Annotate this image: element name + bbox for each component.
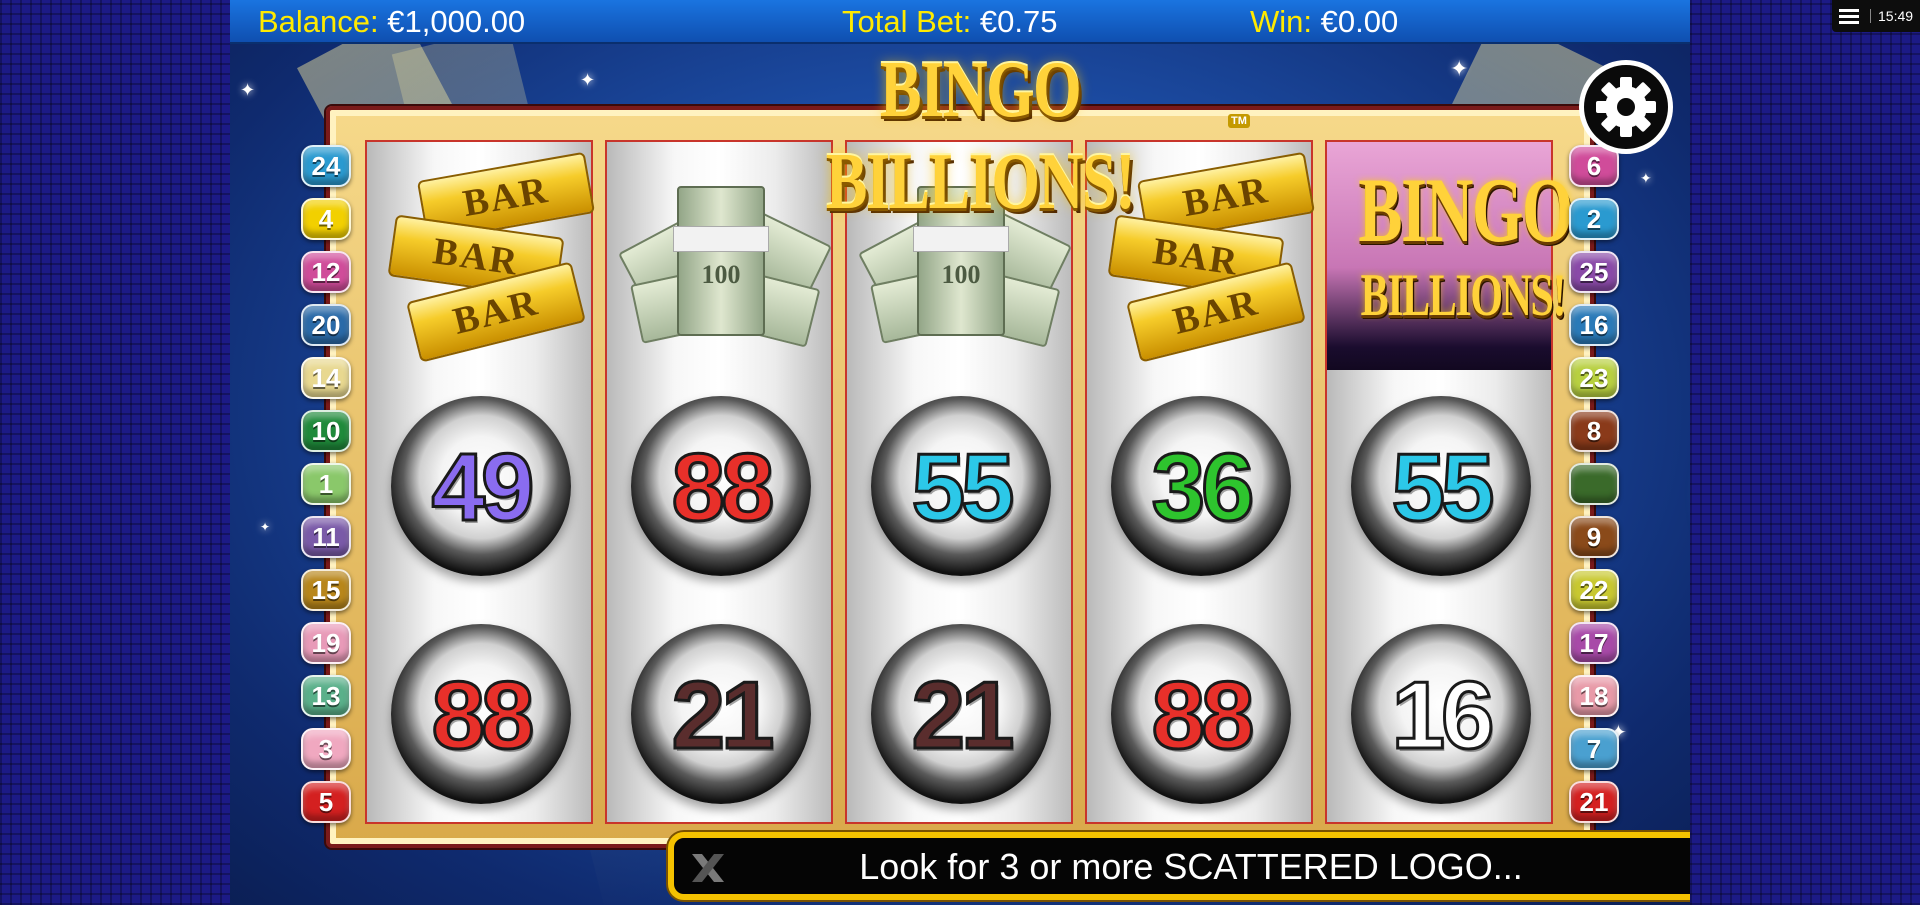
bingo-ball-number: 55 bbox=[1390, 434, 1496, 541]
reel-symbol: 16 bbox=[1327, 598, 1555, 826]
balance-value: €1,000.00 bbox=[387, 4, 526, 39]
sparkle-icon: ✦ bbox=[240, 80, 256, 100]
payline-marker[interactable]: 7 bbox=[1569, 728, 1619, 770]
reel-symbol: 49 bbox=[367, 370, 595, 598]
reel-4: BAR BAR BAR 36 88 bbox=[1085, 140, 1316, 826]
cash-stack-symbol: 100 bbox=[615, 162, 833, 352]
reel-symbol: BAR BAR BAR bbox=[367, 142, 596, 370]
bingo-ball: 55 bbox=[871, 396, 1051, 576]
hamburger-icon[interactable] bbox=[1838, 7, 1860, 25]
payline-marker[interactable]: 13 bbox=[301, 675, 351, 717]
payline-marker[interactable]: 9 bbox=[1569, 516, 1619, 558]
money-band bbox=[673, 226, 769, 252]
trademark-badge: TM bbox=[1228, 114, 1250, 128]
bingo-ball-number: 16 bbox=[1390, 662, 1496, 769]
balance-display: Balance: €1,000.00 bbox=[258, 4, 525, 40]
system-overlay: 15:49 bbox=[1832, 0, 1920, 32]
scatter-logo-symbol: BINGO BILLIONS! bbox=[1327, 142, 1573, 370]
win-display: Win: €0.00 bbox=[1250, 4, 1398, 40]
reel-3: 100 55 21 bbox=[845, 140, 1073, 824]
payline-marker[interactable]: 12 bbox=[301, 251, 351, 293]
payline-marker[interactable]: 1 bbox=[301, 463, 351, 505]
sparkle-icon: ✦ bbox=[580, 70, 596, 90]
bingo-ball-number: 36 bbox=[1150, 434, 1256, 541]
win-value: €0.00 bbox=[1320, 4, 1399, 39]
sparkle-icon: ✦ bbox=[260, 520, 271, 534]
reel-1: BAR BAR BAR 49 88 bbox=[365, 140, 596, 826]
payline-marker[interactable]: 18 bbox=[1569, 675, 1619, 717]
payline-marker[interactable]: 14 bbox=[301, 357, 351, 399]
bingo-ball: 36 bbox=[1111, 396, 1291, 576]
reel-symbol: 21 bbox=[607, 598, 835, 826]
banknote-value: 100 bbox=[701, 260, 741, 289]
reel-symbol: 55 bbox=[1327, 370, 1555, 598]
payline-marker[interactable]: 23 bbox=[1569, 357, 1619, 399]
message-text: Look for 3 or more SCATTERED LOGO... bbox=[859, 846, 1523, 887]
bingo-ball-number: 88 bbox=[1150, 662, 1256, 769]
game-logo: BINGO BILLIONS! bbox=[825, 46, 1136, 226]
reel-symbol: 36 bbox=[1087, 370, 1315, 598]
bingo-ball-number: 21 bbox=[910, 662, 1016, 769]
gold-bars-symbol: BAR BAR BAR bbox=[381, 151, 596, 363]
clock: 15:49 bbox=[1878, 8, 1914, 24]
reel-symbol: 88 bbox=[1087, 598, 1315, 826]
payline-marker[interactable]: 3 bbox=[301, 728, 351, 770]
total-bet-display: Total Bet: €0.75 bbox=[842, 4, 1057, 40]
bingo-ball-number: 55 bbox=[910, 434, 1016, 541]
bingo-ball: 55 bbox=[1351, 396, 1531, 576]
banknote-value: 100 bbox=[941, 260, 981, 289]
money-band bbox=[913, 226, 1009, 252]
divider bbox=[1870, 9, 1871, 23]
reel-symbol: 100 bbox=[607, 142, 835, 370]
sparkle-icon: ✦ bbox=[1450, 56, 1469, 81]
bingo-ball: 88 bbox=[631, 396, 811, 576]
reel-symbol: BINGO BILLIONS! bbox=[1327, 142, 1573, 370]
game-canvas: ✦ ✦ ✦ ✦ ✦ ✦ ✦ Balance: €1,000.00 Total B… bbox=[230, 0, 1690, 905]
status-bar: Balance: €1,000.00 Total Bet: €0.75 Win:… bbox=[230, 0, 1690, 44]
reel-2: 100 88 21 bbox=[605, 140, 833, 824]
sparkle-icon: ✦ bbox=[1640, 170, 1652, 186]
bingo-ball-number: 21 bbox=[670, 662, 776, 769]
bingo-ball-number: 49 bbox=[430, 434, 536, 541]
bingo-ball-number: 88 bbox=[430, 662, 536, 769]
reel-symbol: 88 bbox=[607, 370, 835, 598]
bingo-ball: 88 bbox=[1111, 624, 1291, 804]
bingo-ball: 21 bbox=[871, 624, 1051, 804]
payline-marker[interactable]: 21 bbox=[1569, 781, 1619, 823]
gear-icon bbox=[1596, 77, 1656, 137]
payline-marker[interactable] bbox=[1569, 463, 1619, 505]
bingo-ball-number: 88 bbox=[670, 434, 776, 541]
total-bet-value: €0.75 bbox=[979, 4, 1058, 39]
payline-marker[interactable]: 11 bbox=[301, 516, 351, 558]
payline-marker[interactable]: 4 bbox=[301, 198, 351, 240]
bingo-ball: 88 bbox=[391, 624, 571, 804]
message-bar: Look for 3 or more SCATTERED LOGO... bbox=[668, 832, 1690, 900]
payline-marker[interactable]: 10 bbox=[301, 410, 351, 452]
reel-symbol: 88 bbox=[367, 598, 595, 826]
bingo-ball: 16 bbox=[1351, 624, 1531, 804]
scatter-logo-word: BINGO bbox=[1358, 159, 1573, 261]
payline-marker[interactable]: 15 bbox=[301, 569, 351, 611]
payline-marker[interactable]: 17 bbox=[1569, 622, 1619, 664]
payline-marker[interactable]: 22 bbox=[1569, 569, 1619, 611]
payline-marker[interactable]: 19 bbox=[301, 622, 351, 664]
payline-marker[interactable]: 2 bbox=[1569, 198, 1619, 240]
total-bet-label: Total Bet: bbox=[842, 4, 972, 39]
payline-marker[interactable]: 8 bbox=[1569, 410, 1619, 452]
reel-symbol: 55 bbox=[847, 370, 1075, 598]
payline-marker[interactable]: 25 bbox=[1569, 251, 1619, 293]
win-label: Win: bbox=[1250, 4, 1312, 39]
settings-button[interactable] bbox=[1579, 60, 1673, 154]
payline-marker[interactable]: 5 bbox=[301, 781, 351, 823]
payline-marker[interactable]: 20 bbox=[301, 304, 351, 346]
balance-label: Balance: bbox=[258, 4, 379, 39]
payline-marker[interactable]: 24 bbox=[301, 145, 351, 187]
bingo-ball: 21 bbox=[631, 624, 811, 804]
payline-marker[interactable]: 16 bbox=[1569, 304, 1619, 346]
reel-symbol: 21 bbox=[847, 598, 1075, 826]
bingo-ball: 49 bbox=[391, 396, 571, 576]
reel-5: BINGO BILLIONS! 55 16 bbox=[1325, 140, 1573, 826]
scatter-logo-word: BILLIONS! bbox=[1360, 262, 1567, 328]
